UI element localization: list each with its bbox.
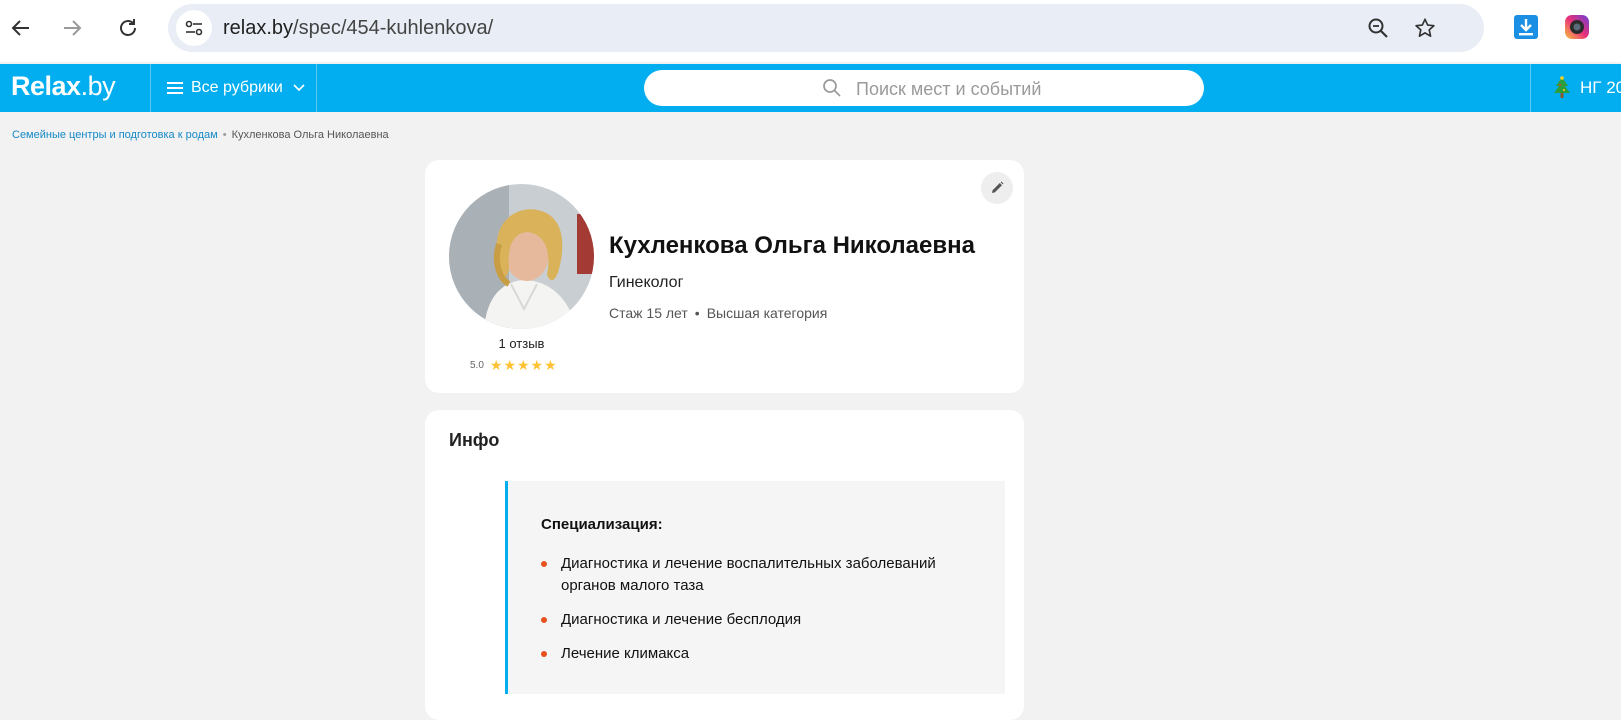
bullet-icon xyxy=(541,617,547,623)
pencil-icon xyxy=(992,181,1004,193)
christmas-tree-icon xyxy=(1554,76,1570,98)
breadcrumb: Семейные центры и подготовка к родам • Кух… xyxy=(12,129,389,141)
all-rubrics-menu[interactable]: Все рубрики xyxy=(167,64,305,112)
list-item: Диагностика и лечение воспалительных заб… xyxy=(541,553,961,597)
header-divider xyxy=(150,64,151,112)
url-domain: relax.by xyxy=(223,17,294,39)
bullet-icon xyxy=(541,561,547,567)
rating: 5.0 ★★★★★ xyxy=(470,357,558,374)
relax-logo[interactable]: Relax.by xyxy=(11,71,116,102)
rating-stars-icon: ★★★★★ xyxy=(489,357,558,373)
forward-button[interactable] xyxy=(55,11,89,45)
breadcrumb-parent-link[interactable]: Семейные центры и подготовка к родам xyxy=(12,129,218,141)
specialization-block: Специализация: Диагностика и лечение вос… xyxy=(505,481,1005,694)
zoom-icon xyxy=(1368,18,1388,38)
doctor-meta: Стаж 15 лет • Высшая категория xyxy=(609,305,827,321)
url-path: /spec/454-kuhlenkova/ xyxy=(293,17,494,39)
list-item-text: Диагностика и лечение воспалительных заб… xyxy=(561,555,936,594)
search-icon xyxy=(823,79,841,97)
search-input[interactable] xyxy=(854,77,1158,101)
breadcrumb-current: Кухленкова Ольга Николаевна xyxy=(231,129,389,141)
menu-icon xyxy=(167,82,183,94)
site-settings-icon xyxy=(185,20,203,36)
back-icon xyxy=(11,20,29,36)
doctor-profession: Гинеколог xyxy=(609,274,684,291)
back-button[interactable] xyxy=(4,11,38,45)
specialization-list: Диагностика и лечение воспалительных заб… xyxy=(541,553,961,677)
camera-extension-icon xyxy=(1565,15,1589,39)
site-settings-button[interactable] xyxy=(176,10,212,46)
specialization-label: Специализация: xyxy=(541,516,663,533)
chevron-down-icon xyxy=(293,84,305,92)
all-rubrics-label: Все рубрики xyxy=(191,79,283,96)
doctor-portrait xyxy=(449,184,594,329)
address-bar[interactable]: relax.by/spec/454-kuhlenkova/ xyxy=(168,4,1484,52)
list-item-text: Диагностика и лечение бесплодия xyxy=(561,611,802,628)
bullet-icon xyxy=(541,651,547,657)
logo-domain: .by xyxy=(80,71,116,101)
header-divider xyxy=(316,64,317,112)
reviews-count-link[interactable]: 1 отзыв xyxy=(449,336,594,351)
promo-link[interactable]: НГ 20 xyxy=(1553,64,1621,112)
bookmark-star-icon xyxy=(1415,18,1435,37)
info-title: Инфо xyxy=(449,430,500,450)
experience-text: Стаж 15 лет xyxy=(609,305,688,321)
header-divider xyxy=(1530,64,1531,112)
profile-card: 1 отзыв 5.0 ★★★★★ Кухленкова Ольга Никол… xyxy=(425,160,1024,393)
logo-main: Relax xyxy=(11,71,81,101)
doctor-photo[interactable] xyxy=(449,184,594,329)
search-bar[interactable] xyxy=(644,70,1204,106)
doctor-name: Кухленкова Ольга Николаевна xyxy=(609,232,975,259)
category-text: Высшая категория xyxy=(706,305,828,321)
bookmark-button[interactable] xyxy=(1409,12,1441,44)
list-item-text: Лечение климакса xyxy=(561,645,690,662)
list-item: Лечение климакса xyxy=(541,643,961,665)
list-item: Диагностика и лечение бесплодия xyxy=(541,609,961,631)
breadcrumb-separator: • xyxy=(222,129,227,141)
camera-extension-button[interactable] xyxy=(1562,12,1592,42)
reload-button[interactable] xyxy=(111,11,145,45)
zoom-button[interactable] xyxy=(1362,12,1394,44)
url-text[interactable]: relax.by/spec/454-kuhlenkova/ xyxy=(223,17,493,40)
promo-label: НГ 20 xyxy=(1580,78,1621,97)
info-card: Инфо Специализация: Диагностика и лечени… xyxy=(425,410,1024,720)
rating-value: 5.0 xyxy=(470,360,484,371)
browser-toolbar: relax.by/spec/454-kuhlenkova/ xyxy=(0,0,1621,62)
meta-separator: • xyxy=(694,305,700,321)
download-extension-button[interactable] xyxy=(1511,12,1541,42)
edit-button[interactable] xyxy=(981,172,1013,204)
reload-icon xyxy=(120,19,136,36)
forward-icon xyxy=(64,20,82,36)
download-extension-icon xyxy=(1514,15,1538,39)
site-header: Relax.by Все рубрики НГ 20 xyxy=(0,64,1621,112)
